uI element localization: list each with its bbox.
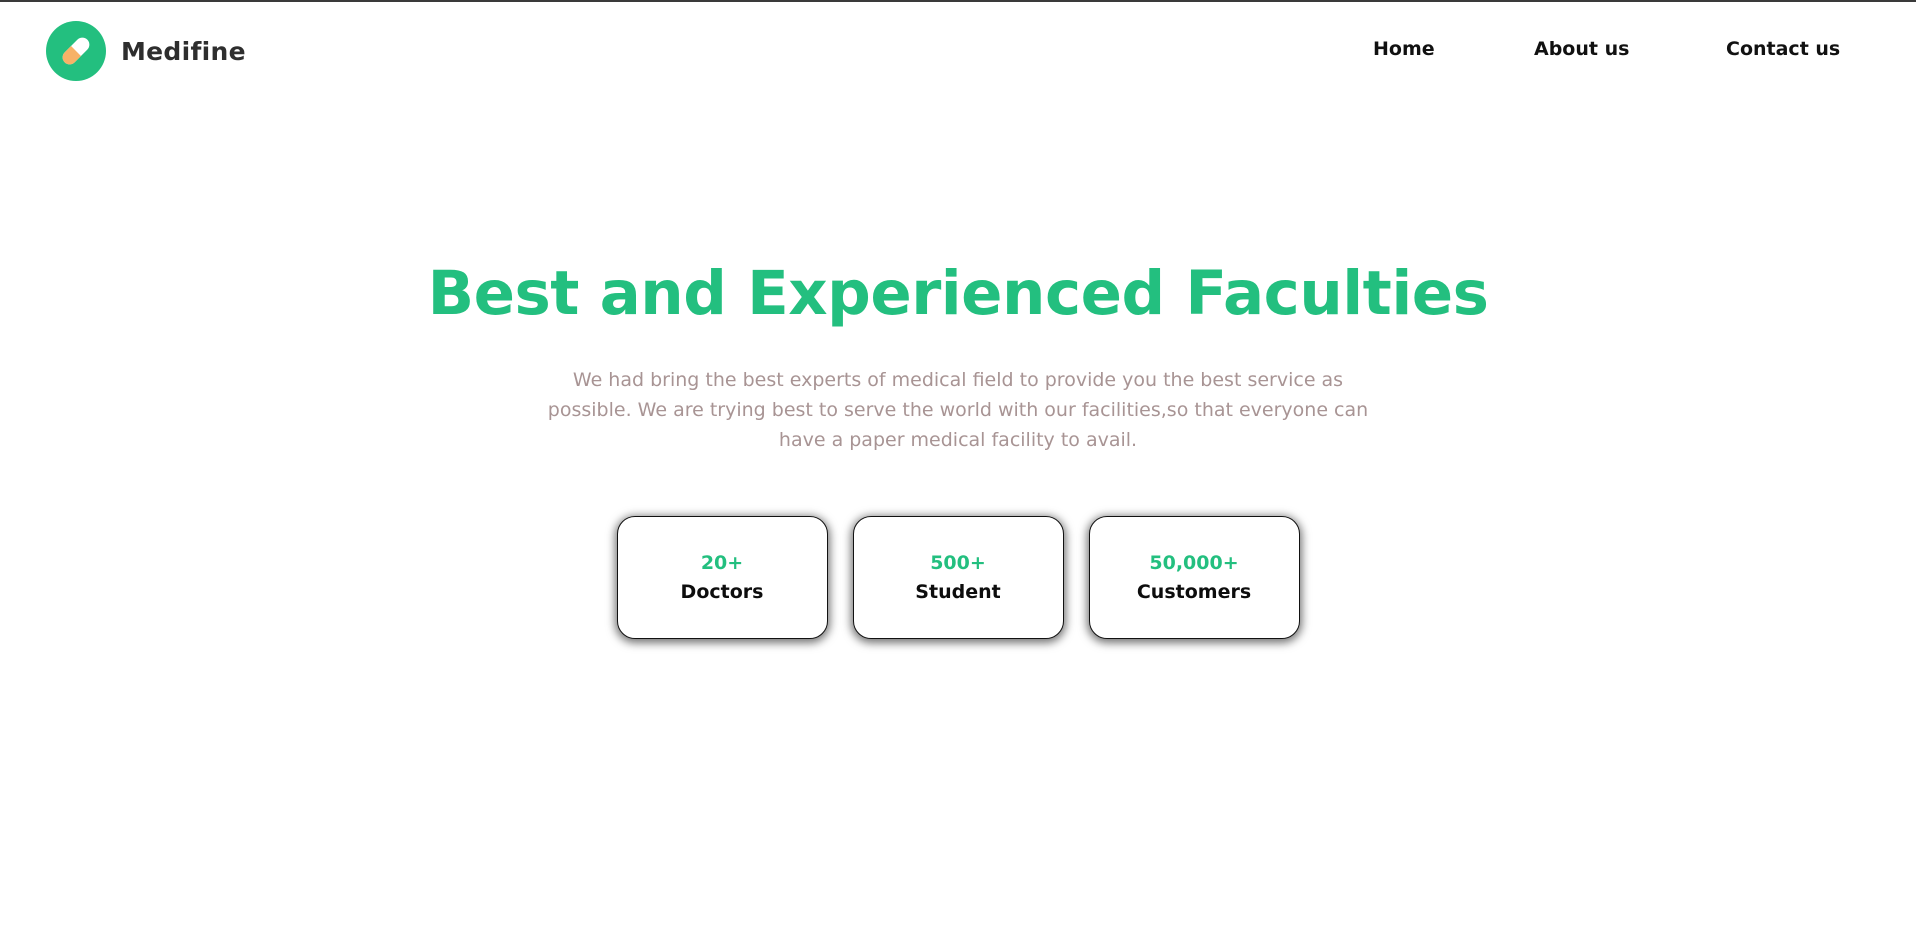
stat-label: Customers bbox=[1136, 580, 1252, 603]
hero-title: Best and Experienced Faculties bbox=[427, 258, 1489, 329]
nav-about-link[interactable]: About us bbox=[1534, 38, 1629, 60]
pill-icon bbox=[46, 21, 106, 81]
stat-value: 500+ bbox=[930, 551, 986, 574]
pill-icon-graphic bbox=[62, 37, 90, 65]
nav-contact-link[interactable]: Contact us bbox=[1726, 38, 1840, 60]
stat-label: Student bbox=[915, 580, 1001, 603]
hero-description: We had bring the best experts of medical… bbox=[547, 369, 1369, 451]
stat-card-customers: 50,000+ Customers bbox=[1088, 516, 1300, 639]
nav-home-link[interactable]: Home bbox=[1373, 38, 1435, 60]
stat-value: 50,000+ bbox=[1149, 551, 1239, 574]
stat-label: Doctors bbox=[680, 580, 764, 603]
navbar: Medifine Home About us Contact us bbox=[0, 2, 1916, 98]
stat-card-students: 500+ Student bbox=[852, 516, 1064, 639]
stat-card-doctors: 20+ Doctors bbox=[616, 516, 828, 639]
stats-row: 20+ Doctors 500+ Student 50,000+ Custome… bbox=[0, 516, 1916, 639]
brand-name: Medifine bbox=[121, 36, 246, 66]
stat-value: 20+ bbox=[700, 551, 744, 574]
brand[interactable]: Medifine bbox=[46, 21, 246, 81]
